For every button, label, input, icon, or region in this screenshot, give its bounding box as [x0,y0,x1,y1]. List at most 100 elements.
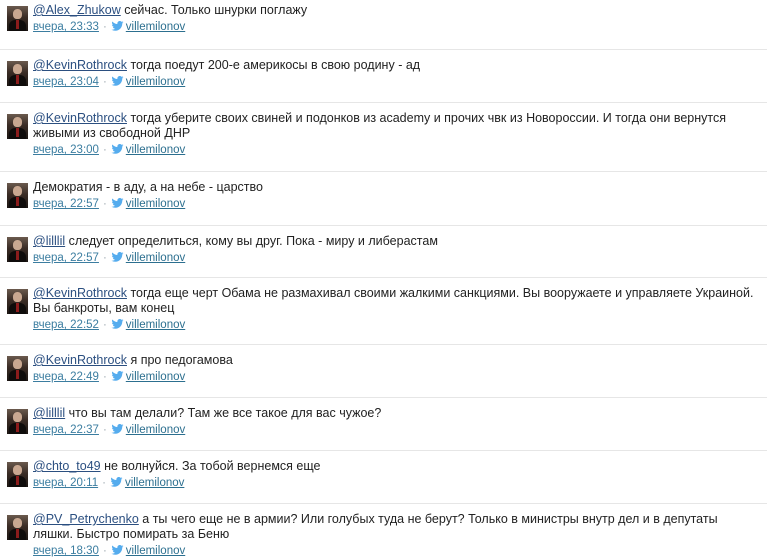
tweet-meta: вчера, 22:57 · villemilonov [33,197,761,211]
tweet-time-link[interactable]: вчера, 22:57 [33,198,99,210]
tweet-user-link[interactable]: villemilonov [126,198,185,210]
divider [0,277,767,278]
tweet-meta: вчера, 22:37 · villemilonov [33,423,761,437]
tweet-text: @KevinRothrock я про педогамова [33,353,761,368]
tweet-body: сейчас. Только шнурки поглажу [120,3,308,17]
user-avatar[interactable] [7,515,28,540]
tweet-time-link[interactable]: вчера, 23:04 [33,76,99,88]
tweet-user-link[interactable]: villemilonov [126,319,185,331]
tweet-meta: вчера, 18:30 · villemilonov [33,544,761,558]
user-avatar[interactable] [7,462,28,487]
tweet-text: @Alex_Zhukow сейчас. Только шнурки погла… [33,3,761,18]
user-avatar[interactable] [7,183,28,208]
user-avatar[interactable] [7,114,28,139]
tweet-content: @KevinRothrock тогда поедут 200-е америк… [33,58,761,89]
tweet-text: @lilllil что вы там делали? Там же все т… [33,406,761,421]
mention-link[interactable]: @lilllil [33,406,65,420]
tweet-content: @KevinRothrock тогда еще черт Обама не р… [33,286,761,332]
user-avatar[interactable] [7,237,28,262]
user-avatar[interactable] [7,6,28,31]
twitter-bird-icon [111,21,124,31]
tweet-user-link[interactable]: villemilonov [126,21,185,33]
divider [0,225,767,226]
tweet-meta: вчера, 22:49 · villemilonov [33,370,761,384]
divider [0,102,767,103]
meta-separator: · [102,424,107,436]
tweet-meta: вчера, 22:57 · villemilonov [33,251,761,265]
tweet-time-link[interactable]: вчера, 23:00 [33,144,99,156]
twitter-bird-icon [111,319,124,329]
mention-link[interactable]: @KevinRothrock [33,353,127,367]
twitter-bird-icon [111,424,124,434]
tweet-user-link[interactable]: villemilonov [126,424,185,436]
tweet-user-link[interactable]: villemilonov [126,144,185,156]
tweet-body: тогда еще черт Обама не размахивал своим… [33,286,754,315]
divider [0,503,767,504]
tweet-time-link[interactable]: вчера, 22:49 [33,371,99,383]
tweet-body: тогда поедут 200-е америкосы в свою роди… [126,58,421,72]
twitter-bird-icon [110,477,123,487]
divider [0,450,767,451]
tweet-body: Демократия - в аду, а на небе - царство [33,180,263,194]
twitter-bird-icon [111,144,124,154]
tweet-text: @lilllil следует определиться, кому вы д… [33,234,761,249]
meta-separator: · [102,252,107,264]
tweet-content: @Alex_Zhukow сейчас. Только шнурки погла… [33,3,761,34]
tweet-content: Демократия - в аду, а на небе - царство … [33,180,761,211]
tweet-time-link[interactable]: вчера, 22:52 [33,319,99,331]
tweet-content: @KevinRothrock тогда уберите своих свине… [33,111,761,157]
divider [0,171,767,172]
tweet-meta: вчера, 22:52 · villemilonov [33,318,761,332]
tweet-body: что вы там делали? Там же все такое для … [65,406,382,420]
tweet-user-link[interactable]: villemilonov [126,252,185,264]
tweet-content: @lilllil следует определиться, кому вы д… [33,234,761,265]
tweet-body: я про педогамова [126,353,233,367]
divider [0,344,767,345]
tweet-text: @KevinRothrock тогда уберите своих свине… [33,111,761,141]
twitter-bird-icon [111,252,124,262]
mention-link[interactable]: @KevinRothrock [33,111,127,125]
tweet-meta: вчера, 20:11 · villemilonov [33,476,761,490]
tweet-user-link[interactable]: villemilonov [126,545,185,557]
tweet-content: @PV_Petrychenko а ты чего еще не в армии… [33,512,761,558]
tweet-body: следует определиться, кому вы друг. Пока… [65,234,438,248]
mention-link[interactable]: @chto_to49 [33,459,101,473]
meta-separator: · [102,319,107,331]
mention-link[interactable]: @Alex_Zhukow [33,3,121,17]
tweet-body: не волнуйся. За тобой вернемся еще [100,459,321,473]
tweet-text: @KevinRothrock тогда еще черт Обама не р… [33,286,761,316]
meta-separator: · [102,76,107,88]
tweet-time-link[interactable]: вчера, 18:30 [33,545,99,557]
twitter-bird-icon [111,198,124,208]
tweet-text: @chto_to49 не волнуйся. За тобой вернемс… [33,459,761,474]
tweet-meta: вчера, 23:33 · villemilonov [33,20,761,34]
meta-separator: · [102,198,107,210]
user-avatar[interactable] [7,356,28,381]
mention-link[interactable]: @PV_Petrychenko [33,512,139,526]
user-avatar[interactable] [7,409,28,434]
divider [0,397,767,398]
tweet-content: @lilllil что вы там делали? Там же все т… [33,406,761,437]
user-avatar[interactable] [7,289,28,314]
tweet-user-link[interactable]: villemilonov [125,477,184,489]
tweet-time-link[interactable]: вчера, 22:57 [33,252,99,264]
meta-separator: · [102,477,106,489]
meta-separator: · [102,371,107,383]
tweet-content: @KevinRothrock я про педогамова вчера, 2… [33,353,761,384]
tweet-user-link[interactable]: villemilonov [126,76,185,88]
tweet-meta: вчера, 23:04 · villemilonov [33,75,761,89]
user-avatar[interactable] [7,61,28,86]
tweet-time-link[interactable]: вчера, 23:33 [33,21,99,33]
tweet-time-link[interactable]: вчера, 20:11 [33,477,98,489]
twitter-bird-icon [111,545,124,555]
mention-link[interactable]: @KevinRothrock [33,58,127,72]
tweet-text: Демократия - в аду, а на небе - царство [33,180,761,195]
tweet-content: @chto_to49 не волнуйся. За тобой вернемс… [33,459,761,490]
mention-link[interactable]: @KevinRothrock [33,286,127,300]
tweet-time-link[interactable]: вчера, 22:37 [33,424,99,436]
tweet-body: тогда уберите своих свиней и подонков из… [33,111,726,140]
tweet-user-link[interactable]: villemilonov [126,371,185,383]
twitter-bird-icon [111,371,124,381]
mention-link[interactable]: @lilllil [33,234,65,248]
tweet-feed: @Alex_Zhukow сейчас. Только шнурки погла… [0,0,767,558]
